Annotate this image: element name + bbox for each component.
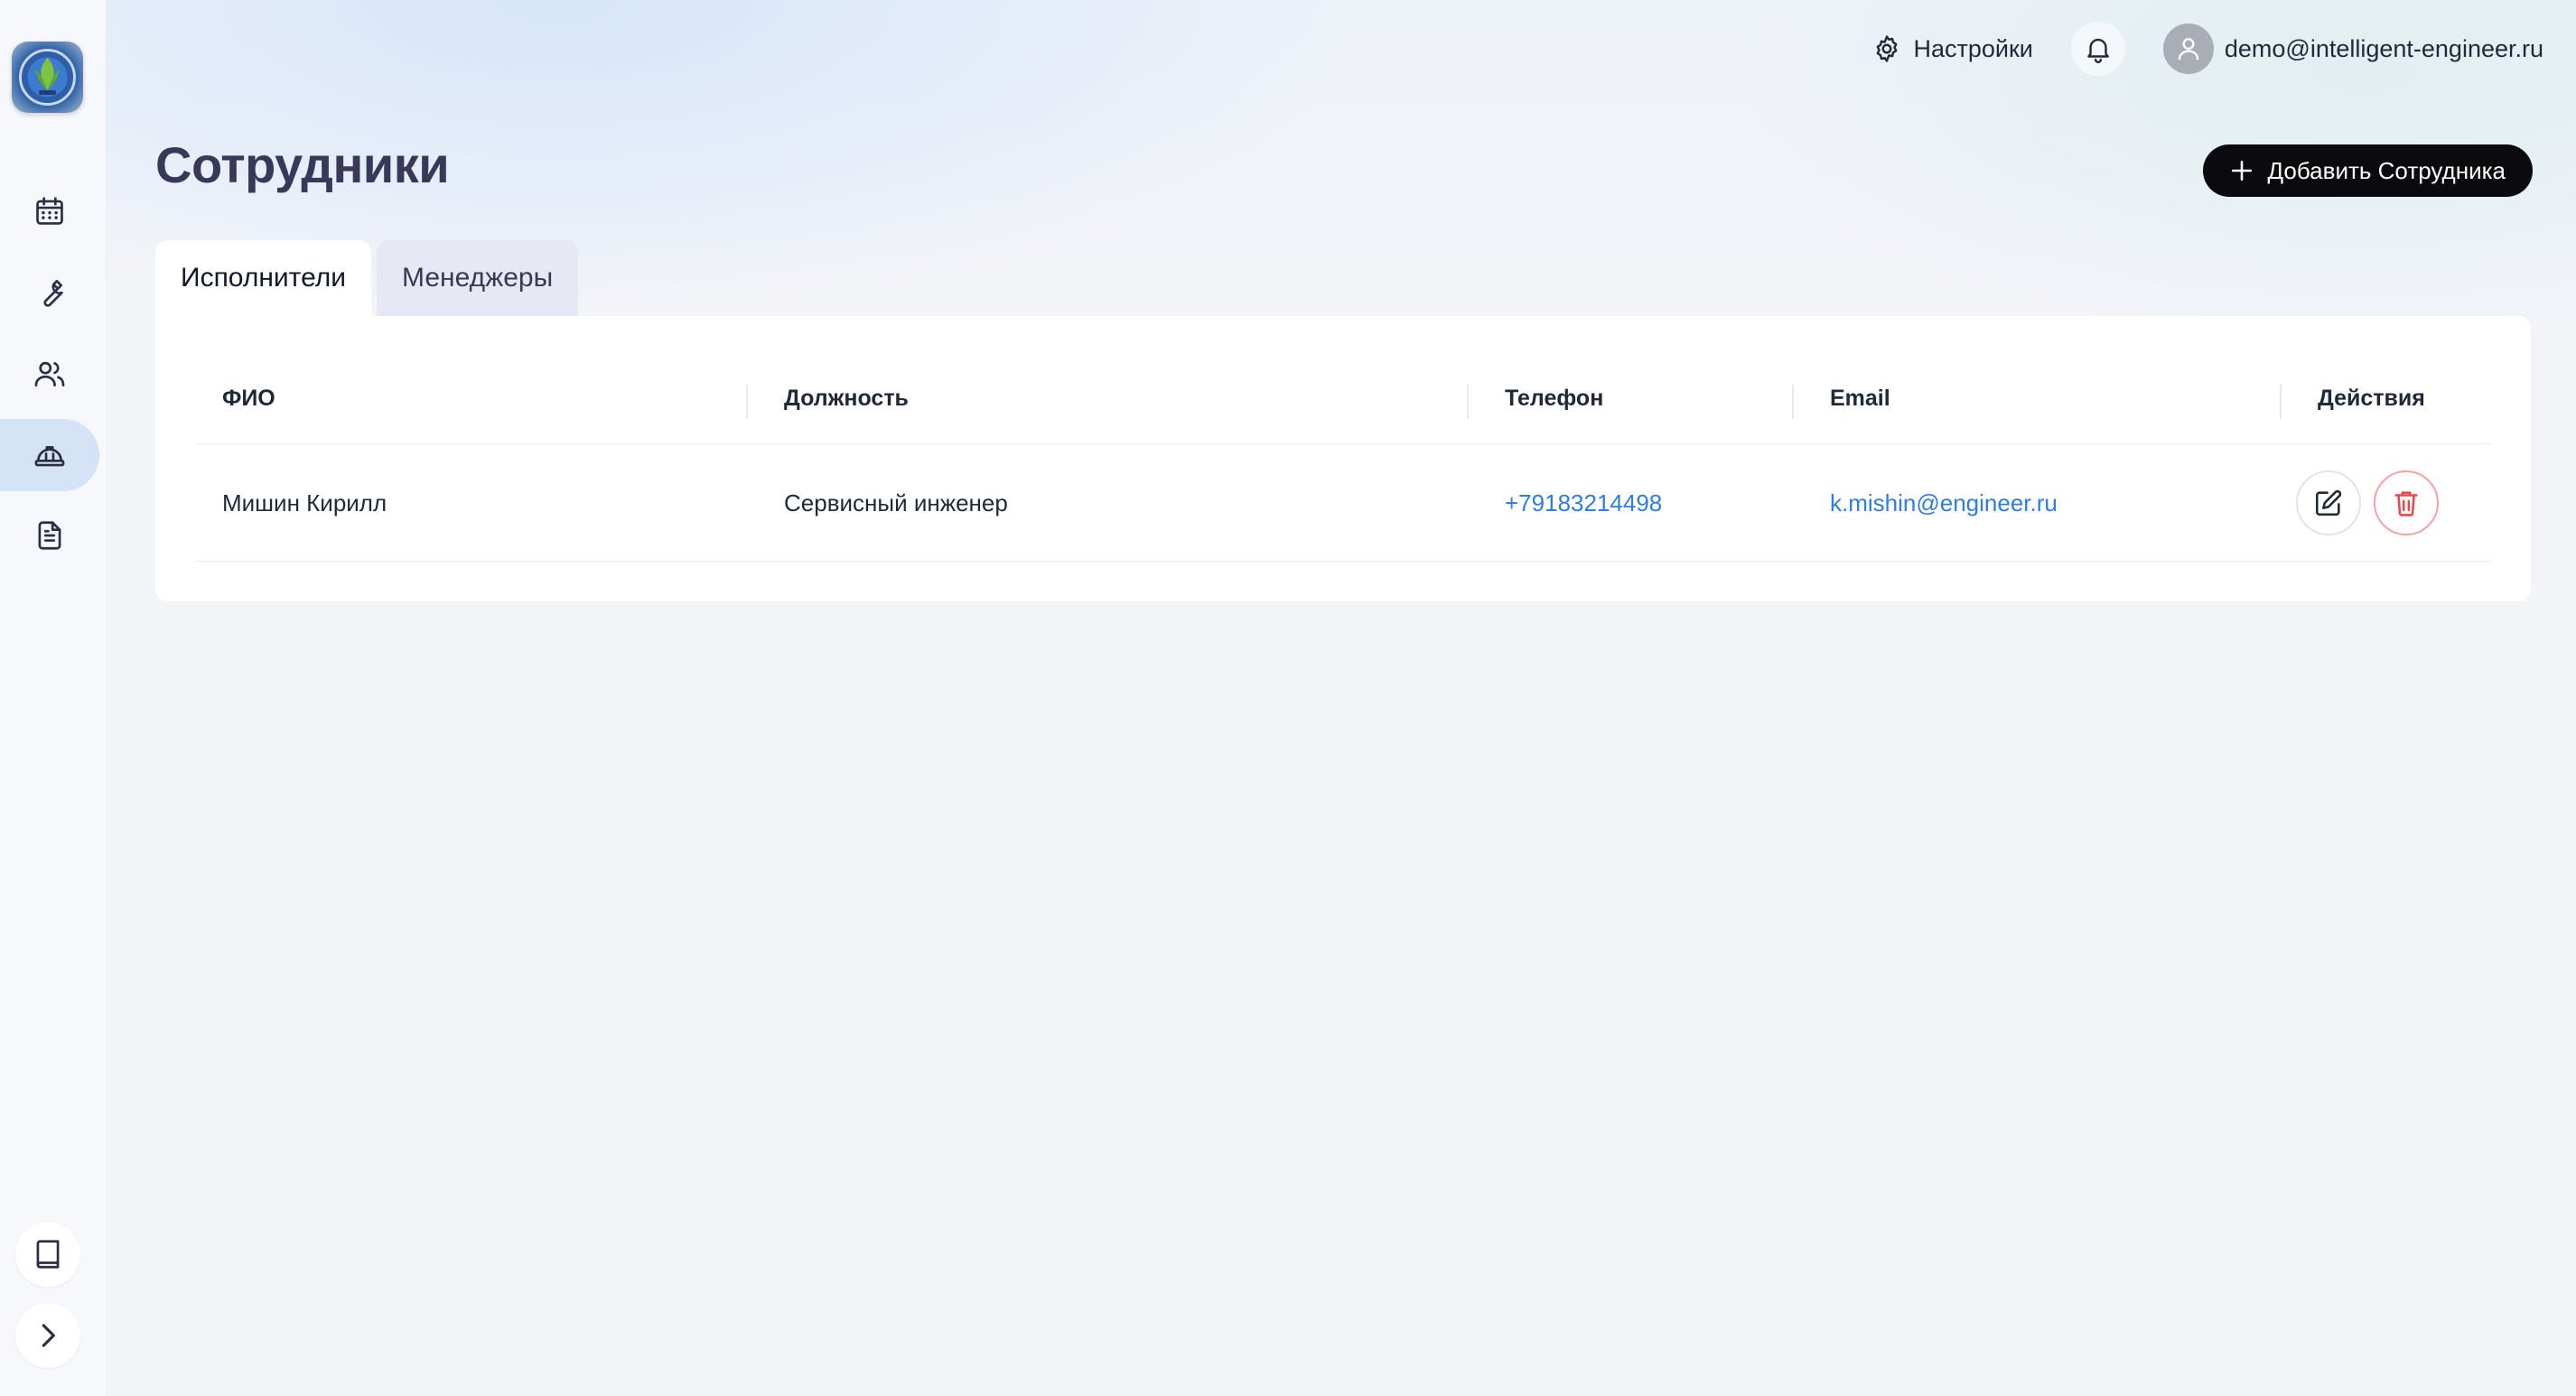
topbar: Настройки demo@intelligent-engineer.ru <box>1871 20 2543 78</box>
sidebar-item-services[interactable] <box>0 256 99 329</box>
sidebar-item-documents[interactable] <box>0 499 99 572</box>
column-header-name[interactable]: ФИО <box>222 352 275 444</box>
employee-phone-link[interactable]: +79183214498 <box>1505 444 1662 562</box>
users-icon <box>34 361 65 387</box>
column-header-actions: Действия <box>2318 385 2425 411</box>
user-email: demo@intelligent-engineer.ru <box>2224 34 2543 62</box>
trash-icon <box>2394 491 2418 517</box>
settings-link[interactable]: Настройки <box>1871 33 2033 64</box>
column-divider[interactable] <box>1792 385 1794 419</box>
column-header-position[interactable]: Должность <box>784 352 909 444</box>
chevron-right-icon <box>42 1324 55 1347</box>
book-icon <box>36 1240 60 1269</box>
add-employee-label: Добавить Сотрудника <box>2267 156 2506 184</box>
sidebar <box>0 0 107 1396</box>
column-header-phone[interactable]: Телефон <box>1505 352 1603 444</box>
column-header-email[interactable]: Email <box>1830 352 1890 444</box>
table-row: Мишин Кирилл Сервисный инженер +79183214… <box>195 444 2491 562</box>
plus-icon <box>2231 160 2252 181</box>
delete-button[interactable] <box>2374 470 2439 535</box>
app-logo[interactable] <box>12 42 83 113</box>
row-actions <box>2296 444 2439 562</box>
employee-email-link[interactable]: k.mishin@engineer.ru <box>1830 444 2058 562</box>
edit-button[interactable] <box>2296 470 2361 535</box>
add-employee-button[interactable]: Добавить Сотрудника <box>2202 144 2533 197</box>
sidebar-item-clients[interactable] <box>0 338 99 410</box>
logo-emblem-icon <box>19 49 76 106</box>
tab-executors[interactable]: Исполнители <box>155 240 372 316</box>
tabs: Исполнители Менеджеры <box>155 240 579 316</box>
column-divider[interactable] <box>746 385 748 419</box>
employee-name: Мишин Кирилл <box>222 489 387 517</box>
user-menu[interactable]: demo@intelligent-engineer.ru <box>2162 23 2543 74</box>
wrench-icon <box>43 279 63 307</box>
notifications-button[interactable] <box>2070 22 2125 76</box>
table-header: ФИО Должность Телефон Email Действия <box>195 352 2491 444</box>
document-icon <box>38 521 61 550</box>
main-content: Настройки demo@intelligent-engineer.ru С… <box>107 0 2576 1396</box>
gear-icon <box>1877 35 1898 62</box>
settings-label: Настройки <box>1913 34 2033 62</box>
tab-managers[interactable]: Менеджеры <box>377 240 579 316</box>
hard-hat-icon <box>34 445 65 467</box>
user-icon <box>2178 38 2199 60</box>
column-divider[interactable] <box>1467 385 1469 419</box>
column-divider[interactable] <box>2280 385 2282 419</box>
employees-card: ФИО Должность Телефон Email Действия Миш… <box>155 316 2531 601</box>
sidebar-item-employees[interactable] <box>0 419 99 491</box>
sidebar-item-calendar[interactable] <box>0 175 99 247</box>
bell-icon <box>2087 38 2109 64</box>
page-title: Сотрудники <box>155 136 450 193</box>
app-root: Настройки demo@intelligent-engineer.ru С… <box>0 0 2576 1396</box>
edit-icon <box>2315 489 2342 517</box>
sidebar-knowledge-base[interactable] <box>15 1222 80 1287</box>
avatar <box>2162 23 2214 74</box>
employee-position: Сервисный инженер <box>784 489 1008 517</box>
sidebar-expand-button[interactable] <box>15 1303 80 1368</box>
calendar-icon <box>36 197 63 225</box>
employees-table: ФИО Должность Телефон Email Действия Миш… <box>195 352 2491 562</box>
